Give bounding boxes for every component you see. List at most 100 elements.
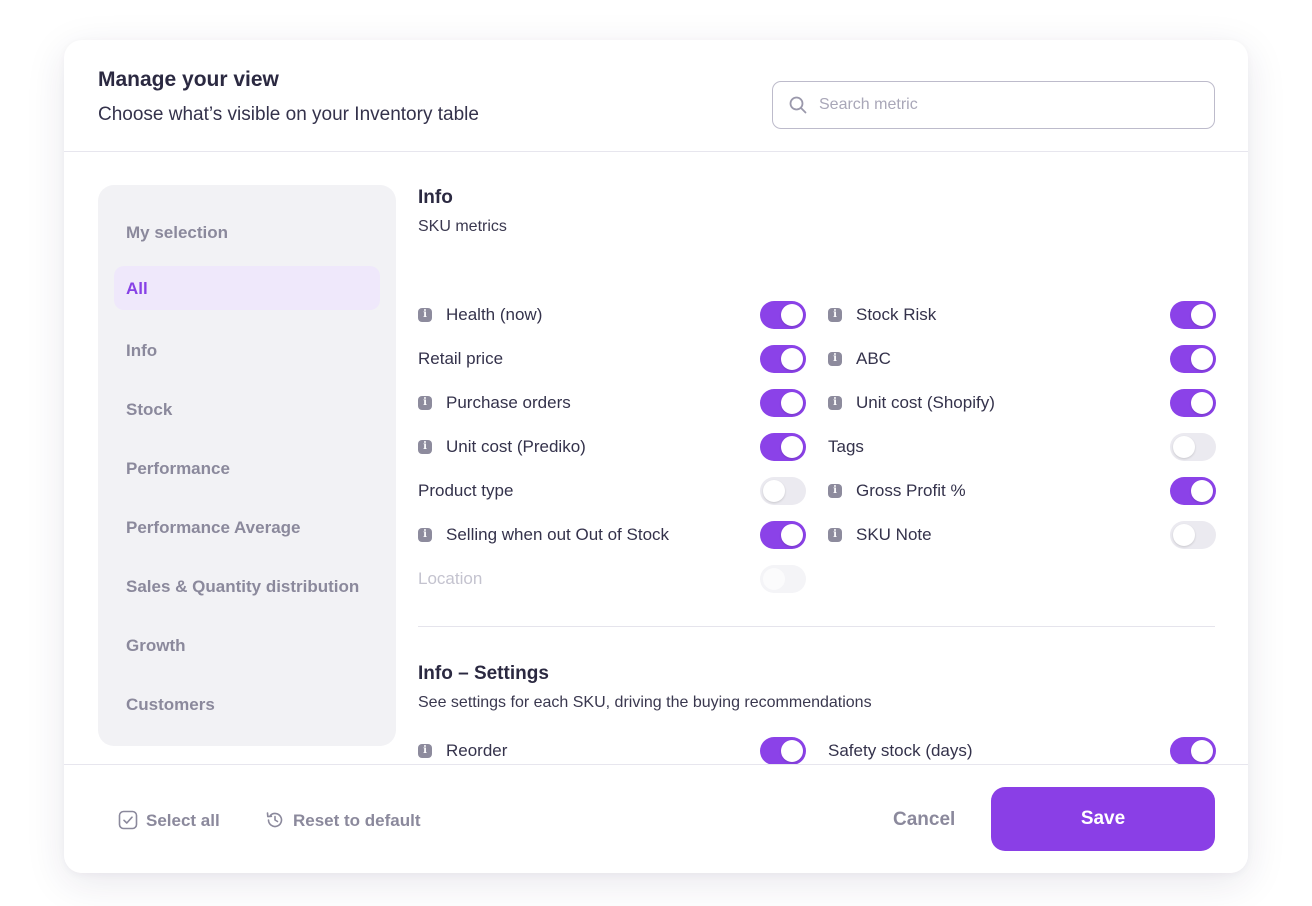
section-title-info: Info	[418, 187, 453, 208]
metric-label: Gross Profit %	[856, 481, 966, 500]
metric-row: i Gross Profit %	[828, 477, 1216, 505]
search-icon	[789, 96, 807, 114]
modal-footer: Select all Reset to default Cancel Save	[64, 764, 1248, 873]
cancel-button[interactable]: Cancel	[893, 809, 955, 831]
sidebar-item-info[interactable]: Info	[114, 328, 380, 372]
sidebar-item-sales-quantity-distribution[interactable]: Sales & Quantity distribution	[114, 564, 380, 608]
metric-row: i Health (now)	[418, 301, 808, 329]
toggle-knob	[781, 392, 803, 414]
info-icon[interactable]: i	[418, 744, 432, 758]
metric-row: i Unit cost (Shopify)	[828, 389, 1216, 417]
metric-row: i ABC	[828, 345, 1216, 373]
info-icon[interactable]: i	[418, 528, 432, 542]
metric-toggle[interactable]	[1170, 477, 1216, 505]
metric-label: ABC	[856, 349, 891, 368]
info-icon[interactable]: i	[418, 308, 432, 322]
metric-toggle[interactable]	[1170, 737, 1216, 764]
metric-label: Stock Risk	[856, 305, 937, 324]
metric-toggle[interactable]	[760, 301, 806, 329]
sidebar-item-performance-average[interactable]: Performance Average	[114, 505, 380, 549]
info-icon[interactable]: i	[828, 528, 842, 542]
section-title-info-settings: Info – Settings	[418, 663, 549, 684]
metric-label: Purchase orders	[446, 393, 571, 412]
reset-label: Reset to default	[293, 811, 421, 830]
section-divider	[418, 626, 1215, 627]
toggle-knob	[763, 568, 785, 590]
metric-row: Location	[418, 565, 808, 593]
metric-row: Product type	[418, 477, 808, 505]
metric-label: SKU Note	[856, 525, 932, 544]
toggle-knob	[781, 348, 803, 370]
sidebar-item-growth[interactable]: Growth	[114, 623, 380, 667]
toggle-knob	[1173, 436, 1195, 458]
metric-label: Retail price	[418, 349, 504, 368]
metric-row: i Reorder	[418, 737, 808, 764]
sidebar-item-all[interactable]: All	[114, 266, 380, 310]
info-icon[interactable]: i	[828, 352, 842, 366]
sidebar-item-stock[interactable]: Stock	[114, 387, 380, 431]
metric-toggle[interactable]	[1170, 345, 1216, 373]
metric-row: i Selling when out Out of Stock	[418, 521, 808, 549]
metric-label: Unit cost (Shopify)	[856, 393, 995, 412]
manage-view-modal: Manage your view Choose what’s visible o…	[64, 40, 1248, 873]
search-input[interactable]: Search metric	[772, 81, 1215, 129]
metric-label: Safety stock (days)	[828, 741, 973, 760]
metric-toggle	[760, 565, 806, 593]
toggle-knob	[781, 436, 803, 458]
metric-toggle[interactable]	[760, 737, 806, 764]
metric-label: Reorder	[446, 741, 508, 760]
metric-label: Tags	[828, 437, 864, 456]
modal-title: Manage your view	[98, 68, 279, 91]
section-subtitle-info: SKU metrics	[418, 218, 507, 235]
metric-toggle[interactable]	[1170, 521, 1216, 549]
metrics-content: Info SKU metrics i Health (now) i Stock Ris…	[418, 152, 1216, 764]
metric-toggle[interactable]	[1170, 433, 1216, 461]
search-placeholder: Search metric	[819, 96, 918, 113]
toggle-knob	[1191, 304, 1213, 326]
metric-row: Retail price	[418, 345, 808, 373]
history-reset-icon	[266, 812, 283, 828]
metric-row: i Purchase orders	[418, 389, 808, 417]
category-sidebar: My selection All Info Stock Performance …	[98, 185, 396, 746]
info-icon[interactable]: i	[828, 308, 842, 322]
section-subtitle-info-settings: See settings for each SKU, driving the b…	[418, 694, 872, 711]
save-button[interactable]: Save	[991, 787, 1215, 851]
modal-header: Manage your view Choose what’s visible o…	[64, 40, 1248, 152]
metric-toggle[interactable]	[760, 521, 806, 549]
toggle-knob	[1191, 392, 1213, 414]
metric-toggle[interactable]	[760, 345, 806, 373]
toggle-knob	[781, 524, 803, 546]
metric-row: Safety stock (days)	[828, 737, 1216, 764]
toggle-knob	[1173, 524, 1195, 546]
metric-row: i Unit cost (Prediko)	[418, 433, 808, 461]
metric-label: Location	[418, 569, 483, 588]
checkbox-check-icon	[118, 810, 138, 830]
info-icon[interactable]: i	[828, 396, 842, 410]
info-icon[interactable]: i	[418, 440, 432, 454]
toggle-knob	[1191, 480, 1213, 502]
metric-label: Unit cost (Prediko)	[446, 437, 586, 456]
metric-label: Product type	[418, 481, 514, 500]
metric-toggle[interactable]	[760, 477, 806, 505]
toggle-knob	[763, 480, 785, 502]
modal-subtitle: Choose what’s visible on your Inventory …	[98, 104, 479, 125]
metric-toggle[interactable]	[1170, 301, 1216, 329]
toggle-knob	[1191, 348, 1213, 370]
metric-label: Health (now)	[446, 305, 543, 324]
toggle-knob	[781, 740, 803, 762]
info-icon[interactable]: i	[828, 484, 842, 498]
metric-label: Selling when out Out of Stock	[446, 525, 670, 544]
metric-row: i Stock Risk	[828, 301, 1216, 329]
toggle-knob	[781, 304, 803, 326]
metric-toggle[interactable]	[1170, 389, 1216, 417]
sidebar-item-performance[interactable]: Performance	[114, 446, 380, 490]
sidebar-item-my-selection[interactable]: My selection	[114, 210, 380, 254]
metric-row: i SKU Note	[828, 521, 1216, 549]
metric-toggle[interactable]	[760, 433, 806, 461]
metric-row: Tags	[828, 433, 1216, 461]
metric-toggle[interactable]	[760, 389, 806, 417]
select-all-label: Select all	[146, 811, 220, 830]
toggle-knob	[1191, 740, 1213, 762]
sidebar-item-customers[interactable]: Customers	[114, 682, 380, 726]
info-icon[interactable]: i	[418, 396, 432, 410]
